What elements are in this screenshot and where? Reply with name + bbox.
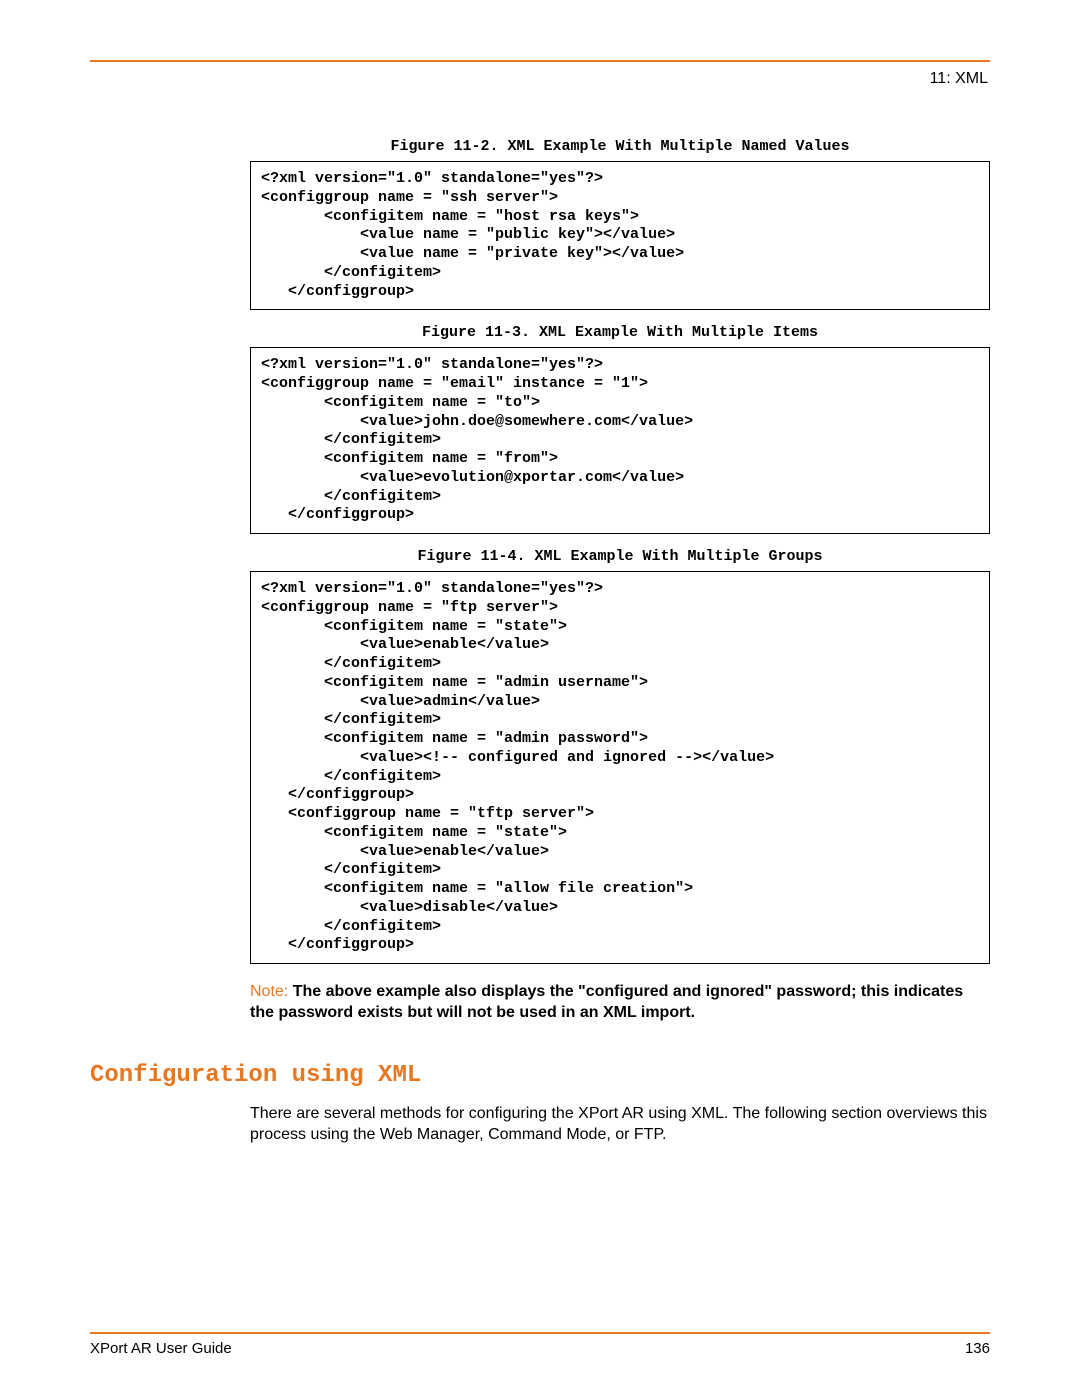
page: 11: XML Figure 11-2. XML Example With Mu… bbox=[0, 0, 1080, 1397]
section-heading: Configuration using XML bbox=[90, 1062, 990, 1089]
code-box-1: <?xml version="1.0" standalone="yes"?> <… bbox=[250, 161, 990, 310]
figure-caption-3: Figure 11-4. XML Example With Multiple G… bbox=[250, 548, 990, 565]
content-column: Figure 11-2. XML Example With Multiple N… bbox=[250, 138, 990, 1024]
note-label: Note: bbox=[250, 983, 288, 1000]
note-text: The above example also displays the "con… bbox=[250, 983, 963, 1021]
page-number: 136 bbox=[965, 1340, 990, 1357]
code-box-3: <?xml version="1.0" standalone="yes"?> <… bbox=[250, 571, 990, 964]
code-box-2: <?xml version="1.0" standalone="yes"?> <… bbox=[250, 347, 990, 534]
note-block: Note: The above example also displays th… bbox=[250, 982, 990, 1024]
figure-caption-1: Figure 11-2. XML Example With Multiple N… bbox=[250, 138, 990, 155]
footer-title: XPort AR User Guide bbox=[90, 1340, 232, 1357]
section-body: There are several methods for configurin… bbox=[250, 1103, 990, 1146]
chapter-label: 11: XML bbox=[90, 70, 990, 88]
figure-caption-2: Figure 11-3. XML Example With Multiple I… bbox=[250, 324, 990, 341]
header-rule bbox=[90, 60, 990, 62]
footer-rule bbox=[90, 1332, 990, 1334]
footer-row: XPort AR User Guide 136 bbox=[90, 1340, 990, 1357]
footer: XPort AR User Guide 136 bbox=[90, 1332, 990, 1357]
section-body-wrap: There are several methods for configurin… bbox=[250, 1103, 990, 1146]
